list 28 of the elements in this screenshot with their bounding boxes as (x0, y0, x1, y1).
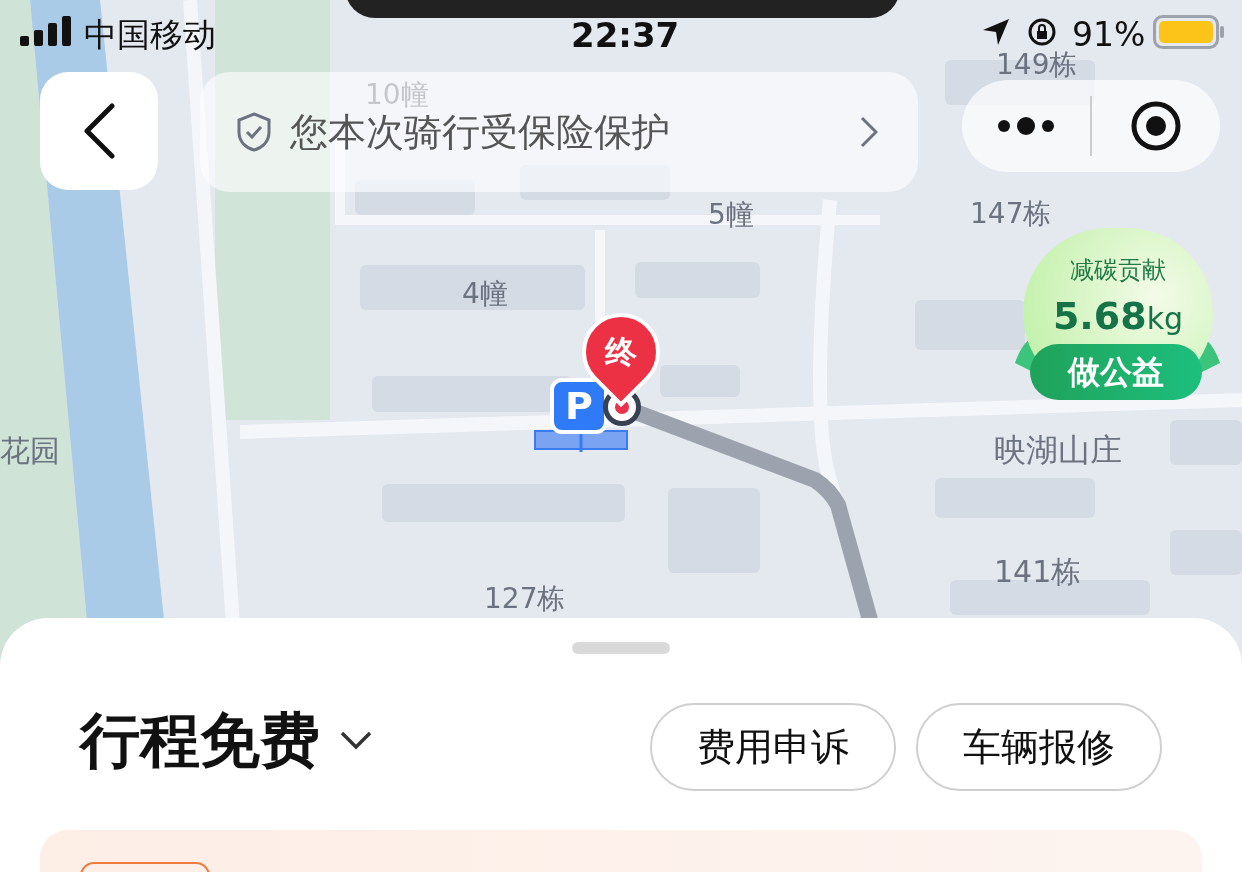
map-label: 花园 (0, 432, 60, 470)
insurance-text: 您本次骑行受保险保护 (290, 108, 671, 156)
map-label: 127栋 (484, 581, 566, 617)
action-button[interactable]: 车辆报修 (916, 703, 1162, 791)
target-icon (1130, 100, 1182, 152)
map-label: 141栋 (994, 553, 1082, 591)
status-time: 22:37 (571, 14, 680, 57)
signal-icon (20, 16, 72, 46)
battery-icon (1153, 15, 1225, 49)
chevron-right-icon (860, 116, 878, 148)
back-button[interactable] (40, 72, 158, 190)
map-label: 4幢 (462, 276, 508, 312)
carbon-title: 减碳贡献 (1069, 255, 1167, 286)
drag-handle[interactable] (572, 642, 670, 654)
parking-marker: P (550, 378, 608, 434)
more-icon (996, 116, 1056, 136)
map-label: 映湖山庄 (994, 430, 1122, 471)
map-label: 5幢 (708, 197, 754, 233)
rotation-lock-icon (1027, 17, 1057, 47)
carrier-name: 中国移动 (84, 14, 216, 56)
carbon-amount: 5.68kg (1051, 293, 1185, 340)
trip-fee-title: 行程免费 (80, 710, 320, 770)
action-button[interactable]: 费用申诉 (650, 703, 896, 791)
back-icon (82, 103, 116, 159)
location-arrow-icon (982, 18, 1010, 46)
shield-check-icon (236, 112, 272, 152)
chevron-down-icon (340, 730, 372, 750)
parking-area-icon (534, 428, 628, 454)
